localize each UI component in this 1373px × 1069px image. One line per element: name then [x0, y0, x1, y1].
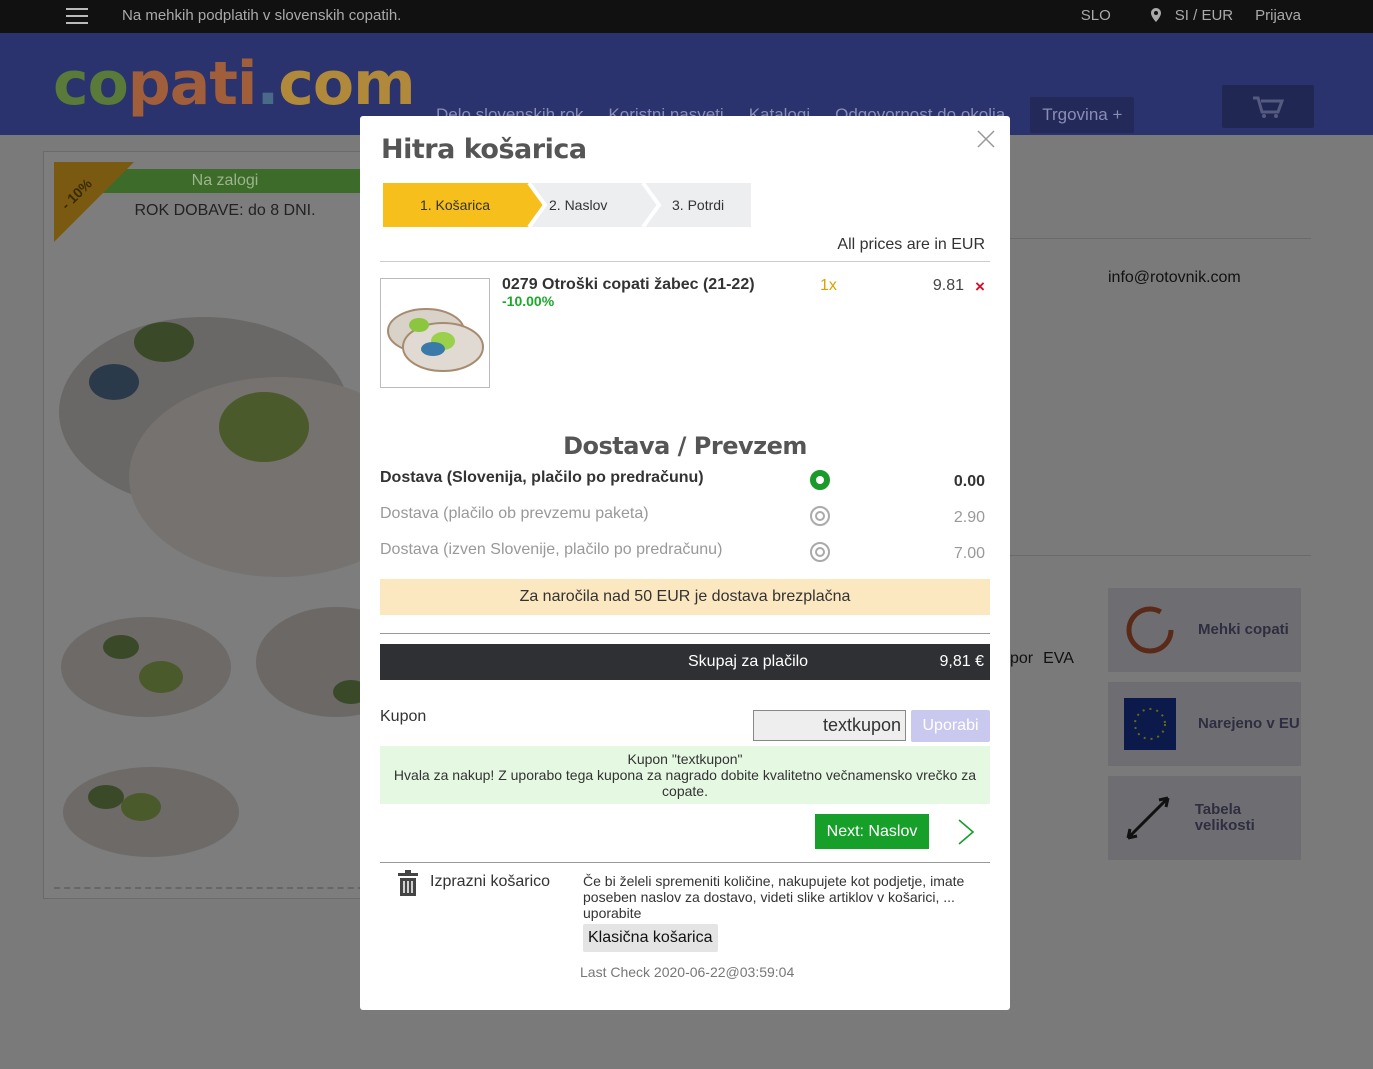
tagline: Na mehkih podplatih v slovenskih copatih… [122, 7, 402, 24]
cart-item-name[interactable]: 0279 Otroški copati žabec (21-22) [502, 276, 755, 294]
info-box-made-in-eu[interactable]: Narejeno v EU [1108, 682, 1301, 766]
material-tag: EVA [1043, 650, 1074, 667]
apply-coupon-button[interactable]: Uporabi [911, 710, 990, 742]
discount-label: - 10% [57, 175, 95, 213]
total-label: Skupaj za plačilo [688, 653, 809, 670]
cart-button[interactable] [1222, 85, 1314, 128]
close-icon[interactable] [975, 128, 997, 150]
cart-item-quantity[interactable]: 1x [820, 277, 837, 295]
total-value: 9,81 € [939, 653, 984, 670]
shipping-option-price: 0.00 [953, 473, 985, 490]
shipping-option-label: Dostava (Slovenija, plačilo po predračun… [380, 469, 704, 486]
coupon-message: Kupon "textkupon" Hvala za nakup! Z upor… [380, 746, 990, 804]
material-tag: por [1010, 650, 1034, 667]
region-label: SI / EUR [1174, 7, 1234, 24]
product-gallery: Na zalogi ROK DOBAVE: do 8 DNI. - 10% [43, 151, 390, 899]
step-separator-icon [527, 183, 548, 227]
logo-part: . [256, 49, 279, 119]
classic-cart-button[interactable]: Klasična košarica [583, 924, 718, 952]
slipper-image [387, 308, 484, 372]
quick-cart-modal: Hitra košarica 1. Košarica 2. Naslov 3. … [360, 116, 1010, 1010]
top-bar: Na mehkih podplatih v slovenskih copatih… [0, 0, 1373, 33]
shipping-title: Dostava / Prevzem [563, 432, 807, 460]
currency-note: All prices are in EUR [837, 236, 985, 253]
product-thumbnail[interactable] [56, 752, 241, 877]
shipping-option[interactable]: Dostava (Slovenija, plačilo po predračun… [380, 469, 990, 493]
cart-item-price: 9.81 [932, 277, 964, 294]
top-right-links: SLO SI / EUR Prijava [1081, 7, 1301, 24]
location-pin-icon [1150, 8, 1161, 22]
eu-flag-icon [1124, 698, 1176, 750]
shipping-option[interactable]: Dostava (plačilo ob prevzemu paketa) 2.9… [380, 505, 990, 529]
shipping-radio[interactable] [810, 470, 830, 490]
cart-item-image[interactable] [380, 278, 490, 388]
info-box-label: Mehki copati [1198, 621, 1289, 638]
shipping-option-label: Dostava (izven Slovenije, plačilo po pre… [380, 541, 723, 558]
step-confirm[interactable]: 3. Potrdi [672, 183, 724, 227]
language-selector[interactable]: SLO [1081, 7, 1111, 24]
divider [54, 887, 374, 889]
shipping-option-price: 7.00 [953, 545, 985, 562]
region-selector[interactable]: SI / EUR [1150, 7, 1234, 24]
logo-part: pati [127, 49, 258, 119]
product-thumbnail[interactable] [56, 592, 241, 732]
product-photo[interactable] [54, 252, 374, 582]
coupon-message-title: Kupon "textkupon" [627, 751, 743, 767]
empty-cart-link[interactable]: Izprazni košarico [430, 873, 550, 891]
checkout-steps: 1. Košarica 2. Naslov 3. Potrdi [383, 183, 751, 227]
info-box-label: Narejeno v EU [1198, 715, 1300, 732]
login-link[interactable]: Prijava [1255, 7, 1301, 24]
shipping-option[interactable]: Dostava (izven Slovenije, plačilo po pre… [380, 541, 990, 565]
divider [380, 862, 990, 863]
total-bar: Skupaj za plačilo 9,81 € [380, 644, 990, 680]
help-text: Če bi želeli spremeniti količine, nakupu… [583, 873, 965, 921]
coupon-message-body: Hvala za nakup! Z uporabo tega kupona za… [393, 767, 977, 799]
trash-icon[interactable] [398, 870, 418, 896]
shipping-option-price: 2.90 [953, 509, 985, 526]
material-tags: por EVA [1010, 650, 1074, 668]
info-box-size-chart[interactable]: Tabela velikosti [1108, 776, 1301, 860]
logo-part: co [53, 49, 129, 119]
modal-title: Hitra košarica [381, 134, 587, 165]
divider [1008, 555, 1311, 556]
remove-item-icon[interactable]: × [975, 277, 985, 297]
nav-item-shop[interactable]: Trgovina + [1030, 97, 1135, 133]
menu-icon[interactable] [66, 8, 88, 24]
size-measure-icon [1126, 796, 1170, 840]
divider [380, 633, 990, 634]
discount-ribbon: - 10% [54, 162, 134, 242]
soft-ring-icon [1126, 606, 1174, 654]
shipping-option-label: Dostava (plačilo ob prevzemu paketa) [380, 505, 649, 522]
shipping-radio[interactable] [810, 506, 830, 526]
divider [1008, 238, 1311, 239]
last-check: Last Check 2020-06-22@03:59:04 [580, 964, 795, 980]
free-shipping-note: Za naročila nad 50 EUR je dostava brezpl… [380, 579, 990, 615]
shipping-radio[interactable] [810, 542, 830, 562]
cart-icon [1253, 96, 1285, 118]
coupon-input[interactable] [753, 710, 906, 741]
chevron-right-icon[interactable] [956, 818, 976, 846]
step-address[interactable]: 2. Naslov [549, 183, 607, 227]
info-box-label: Tabela velikosti [1194, 801, 1255, 834]
cart-item-discount: -10.00% [502, 293, 555, 309]
logo-part: com [278, 49, 415, 119]
step-cart[interactable]: 1. Košarica [383, 183, 531, 227]
info-box-soft-slippers[interactable]: Mehki copati [1108, 588, 1301, 672]
next-button[interactable]: Next: Naslov [815, 814, 929, 849]
step-separator-icon [641, 183, 662, 227]
coupon-label: Kupon [380, 708, 427, 725]
divider [380, 261, 990, 262]
contact-email[interactable]: info@rotovnik.com [1108, 269, 1241, 287]
site-logo[interactable]: copati.com [53, 49, 416, 119]
